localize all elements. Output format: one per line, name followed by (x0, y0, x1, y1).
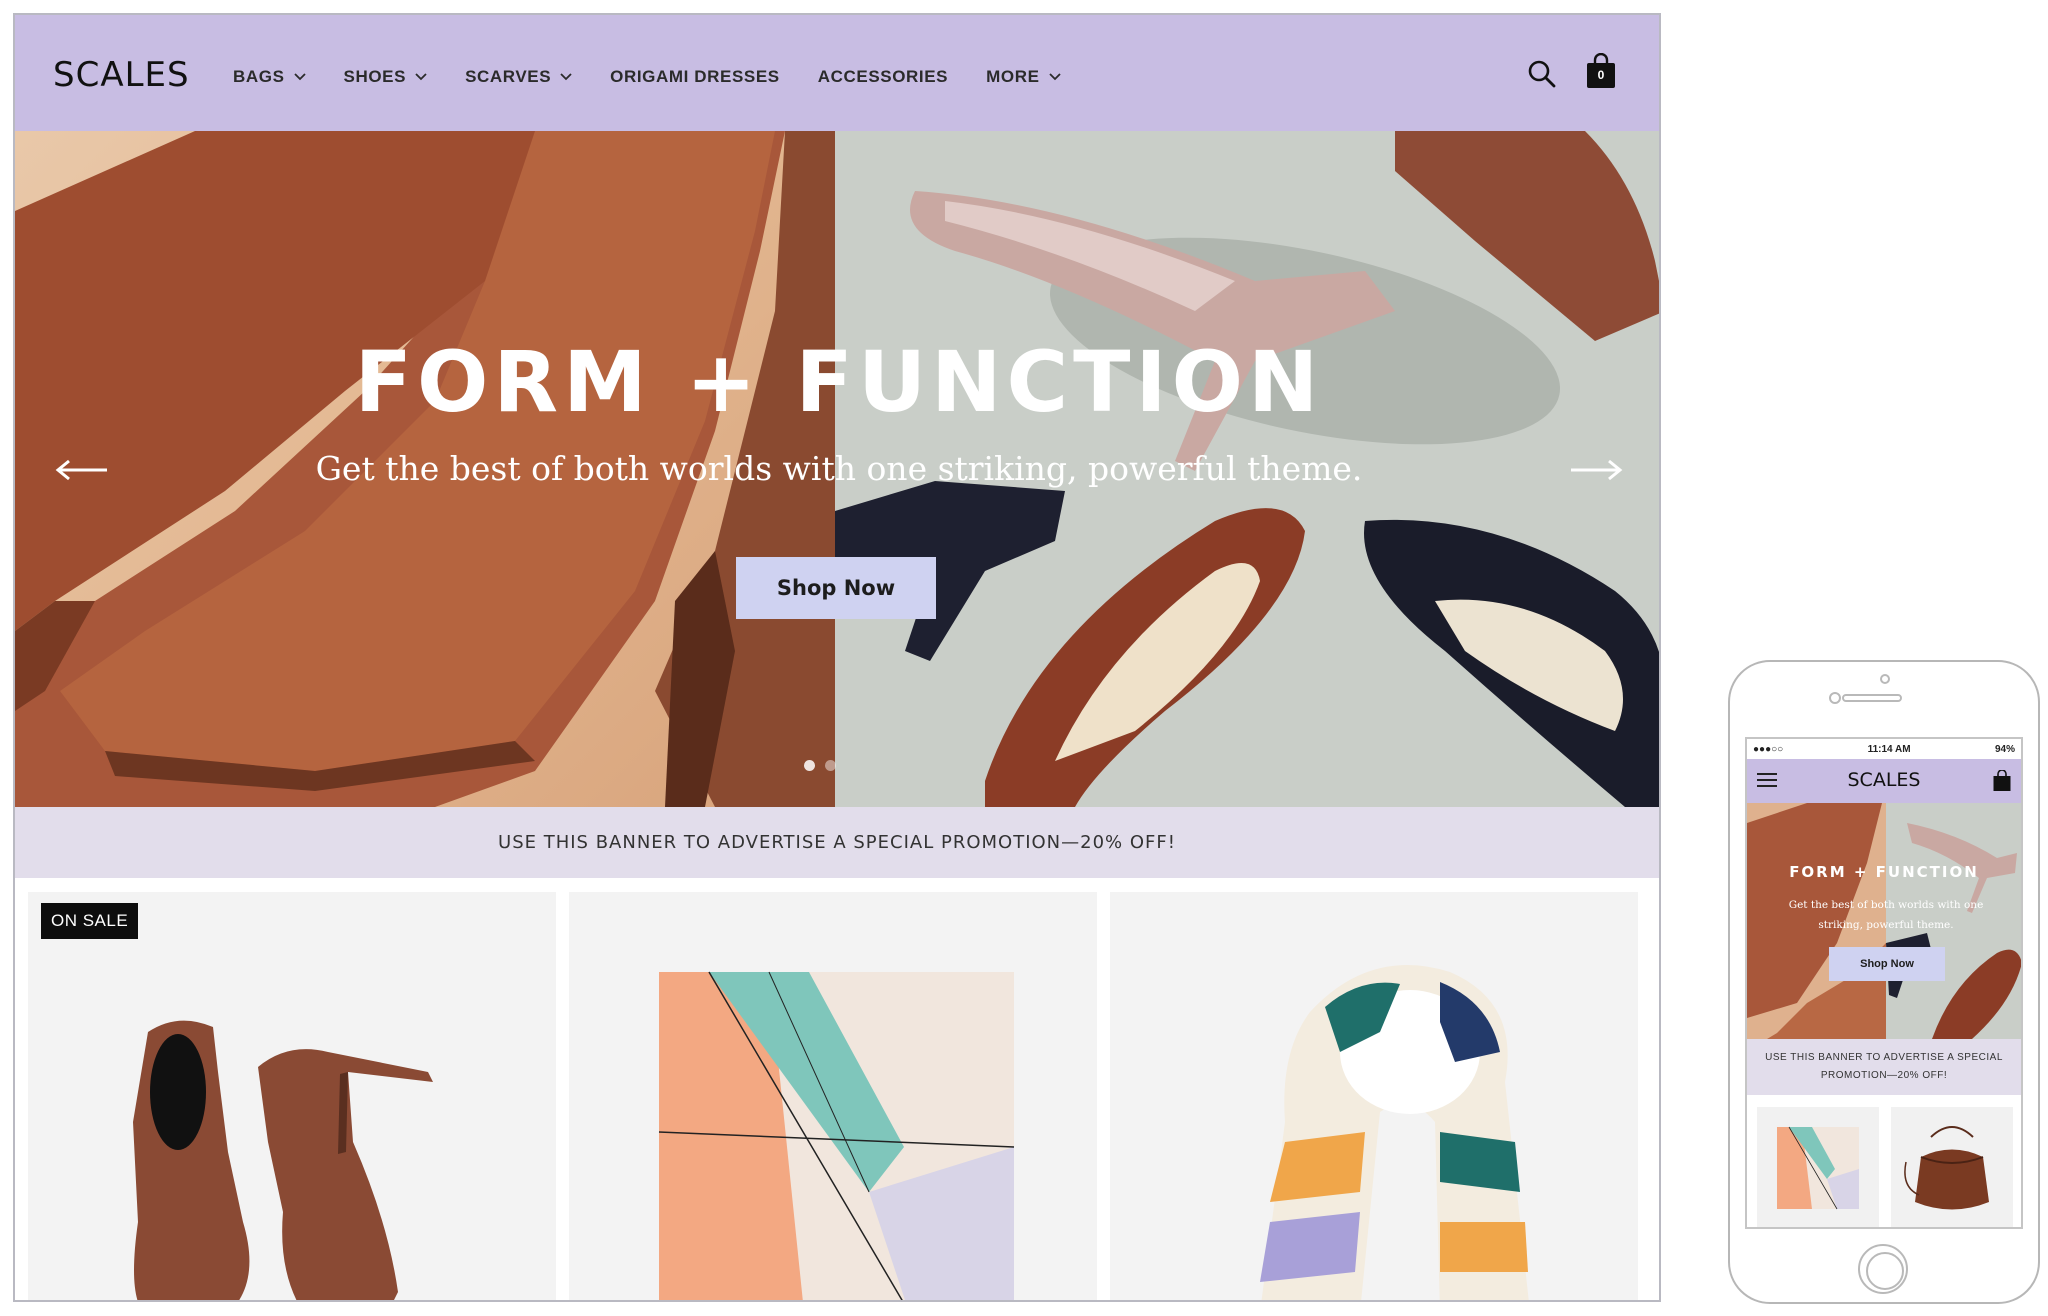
mobile-preview: ●●●○○ 11:14 AM 94% SCALES FORM + FUNCTIO… (1728, 660, 2040, 1304)
battery-level: 94% (1994, 743, 2015, 755)
mobile-product-card-scarf[interactable] (1757, 1107, 1879, 1227)
promo-banner[interactable]: USE THIS BANNER TO ADVERTISE A SPECIAL P… (15, 807, 1659, 878)
main-nav: BAGS SHOES SCARVES ORIGAMI DRESSES ACCESSORI… (233, 67, 1099, 87)
site-logo[interactable]: SCALES (53, 55, 190, 95)
nav-item-accessories[interactable]: ACCESSORIES (818, 67, 948, 87)
cart-icon[interactable]: 0 (1586, 52, 1616, 89)
slide-indicators (804, 760, 836, 771)
nav-item-label: ACCESSORIES (817, 67, 949, 86)
mobile-cart-icon[interactable] (1993, 770, 2011, 792)
nav-item-label: BAGS (233, 67, 285, 86)
mobile-shop-now-button[interactable]: Shop Now (1829, 947, 1945, 981)
shop-now-button[interactable]: Shop Now (736, 557, 936, 619)
carrier-signal: ●●●○○ (1753, 743, 1784, 755)
chevron-down-icon (293, 73, 306, 81)
nav-item-more[interactable]: MORE (986, 67, 1061, 87)
chevron-down-icon (415, 73, 427, 81)
hero-slideshow: FORM + FUNCTION Get the best of both wor… (15, 131, 1659, 807)
phone-home-button[interactable] (1858, 1244, 1908, 1294)
mobile-header: SCALES (1747, 759, 2021, 803)
search-icon[interactable] (1527, 59, 1557, 89)
chevron-down-icon (560, 73, 572, 81)
mobile-product-card-bag[interactable] (1891, 1107, 2013, 1227)
desktop-preview: SCALES BAGS SHOES SCARVES ORIGAMI DRESSES AC… (13, 13, 1661, 1302)
mobile-hero-subtitle: Get the best of both worlds with one str… (1788, 899, 1984, 931)
arrow-left-icon[interactable] (55, 459, 109, 481)
mobile-hero-title: FORM + FUNCTION (1789, 863, 1979, 881)
nav-item-label: ORIGAMI DRESSES (610, 67, 780, 86)
product-grid: ON SALE (15, 878, 1659, 1300)
hero-subtitle: Get the best of both worlds with one str… (315, 449, 1363, 488)
nav-item-shoes[interactable]: SHOES (344, 67, 428, 87)
product-image-geometric-scarf (658, 971, 1015, 1300)
phone-sensor (1880, 674, 1890, 684)
cart-count: 0 (1597, 68, 1605, 82)
phone-screen: ●●●○○ 11:14 AM 94% SCALES FORM + FUNCTIO… (1745, 737, 2023, 1229)
nav-item-bags[interactable]: BAGS (233, 67, 306, 87)
mobile-hero: FORM + FUNCTION Get the best of both wor… (1747, 803, 2021, 1039)
product-image-boots (133, 1020, 433, 1300)
site-header: SCALES BAGS SHOES SCARVES ORIGAMI DRESSES AC… (15, 15, 1659, 131)
nav-item-scarves[interactable]: SCARVES (465, 67, 572, 87)
status-time: 11:14 AM (1867, 743, 1911, 755)
phone-speaker (1842, 694, 1902, 702)
nav-item-label: MORE (986, 67, 1040, 86)
slide-dot[interactable] (804, 760, 815, 771)
product-card-watercolor-scarf[interactable] (1110, 892, 1638, 1300)
nav-item-label: SHOES (343, 67, 407, 86)
product-card-geometric-scarf[interactable] (569, 892, 1097, 1300)
chevron-down-icon (1048, 73, 1061, 81)
hero-title: FORM + FUNCTION (354, 333, 1324, 431)
on-sale-badge: ON SALE (41, 903, 139, 939)
product-image-watercolor-scarf (1260, 965, 1529, 1300)
mobile-product-image-scarf (1777, 1126, 1859, 1210)
mobile-promo-banner[interactable]: USE THIS BANNER TO ADVERTISE A SPECIAL P… (1747, 1039, 2021, 1095)
arrow-right-icon[interactable] (1569, 459, 1623, 481)
nav-item-label: SCARVES (465, 67, 552, 86)
mobile-product-image-bucket-bag (1904, 1126, 1989, 1210)
phone-status-bar: ●●●○○ 11:14 AM 94% (1747, 739, 2021, 759)
product-card-boots[interactable]: ON SALE (28, 892, 556, 1300)
slide-dot[interactable] (825, 760, 836, 771)
mobile-logo[interactable]: SCALES (1747, 769, 2021, 791)
phone-camera (1829, 692, 1841, 704)
nav-item-origami-dresses[interactable]: ORIGAMI DRESSES (610, 67, 780, 87)
